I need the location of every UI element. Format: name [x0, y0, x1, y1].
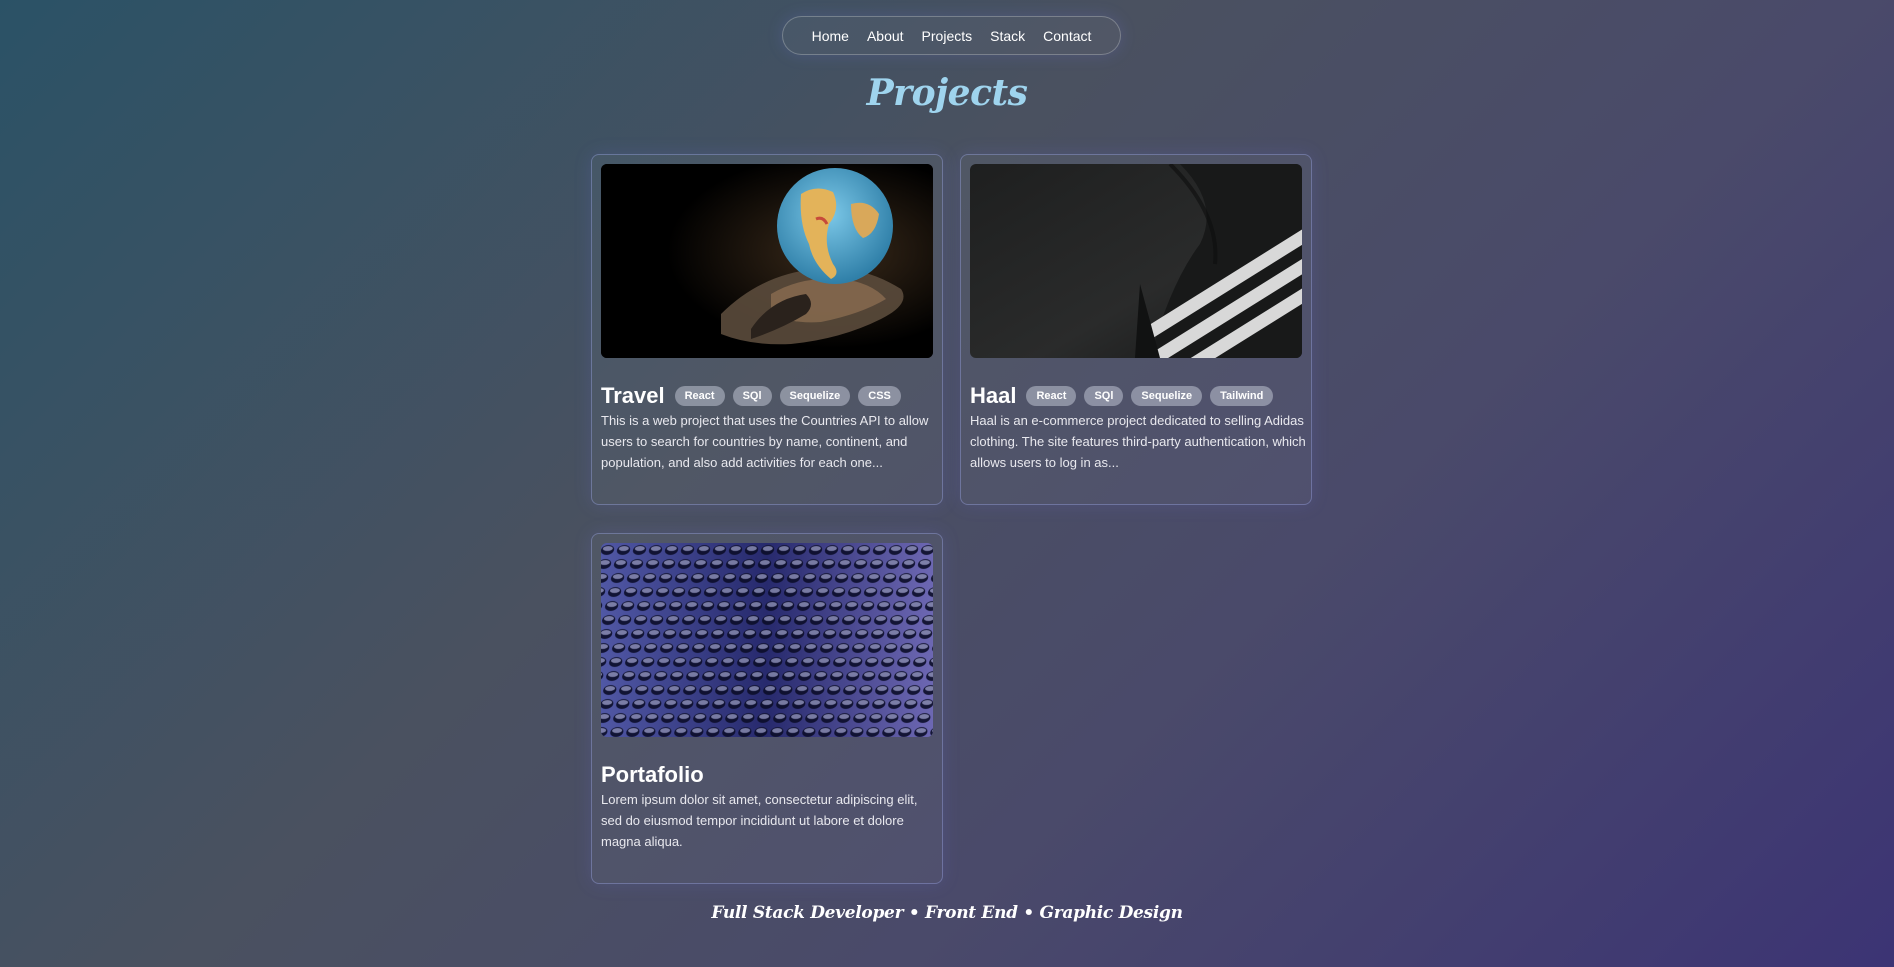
tag-react: React	[1026, 386, 1077, 406]
tag-sql: SQl	[732, 386, 772, 406]
tag-sql: SQl	[1084, 386, 1124, 406]
nav-stack-link[interactable]: Stack	[990, 28, 1025, 44]
footer-tagline: Full Stack Developer • Front End • Graph…	[711, 903, 1183, 923]
page-title: Projects	[866, 72, 1028, 114]
card-title: Portafolio	[601, 762, 704, 787]
card-description: This is a web project that uses the Coun…	[601, 413, 929, 470]
tag-sequelize: Sequelize	[779, 386, 851, 406]
globe-in-hand-image[interactable]	[601, 164, 933, 358]
hexagon-mesh-image[interactable]	[601, 543, 933, 737]
nav-home-link[interactable]: Home	[812, 28, 849, 44]
tag-css: CSS	[858, 386, 901, 406]
nav-projects-link[interactable]: Projects	[922, 28, 973, 44]
adidas-stripes-image[interactable]	[970, 164, 1302, 358]
card-header: Travel React SQl Sequelize CSS	[601, 383, 901, 409]
card-header: Portafolio	[601, 762, 706, 788]
tag-tailwind: Tailwind	[1210, 386, 1274, 406]
project-card-haal[interactable]: Haal React SQl Sequelize Tailwind Haal i…	[960, 154, 1312, 505]
project-card-travel[interactable]: Travel React SQl Sequelize CSS This is a…	[591, 154, 943, 505]
nav-contact-link[interactable]: Contact	[1043, 28, 1091, 44]
tag-sequelize: Sequelize	[1131, 386, 1203, 406]
nav-about-link[interactable]: About	[867, 28, 904, 44]
project-card-portafolio[interactable]: Portafolio Lorem ipsum dolor sit amet, c…	[591, 533, 943, 884]
card-header: Haal React SQl Sequelize Tailwind	[970, 383, 1274, 409]
card-title: Travel	[601, 383, 665, 408]
top-nav: Home About Projects Stack Contact	[782, 16, 1121, 55]
tag-react: React	[674, 386, 725, 406]
card-title: Haal	[970, 383, 1017, 408]
card-description: Lorem ipsum dolor sit amet, consectetur …	[601, 792, 918, 849]
card-description: Haal is an e-commerce project dedicated …	[970, 413, 1306, 470]
